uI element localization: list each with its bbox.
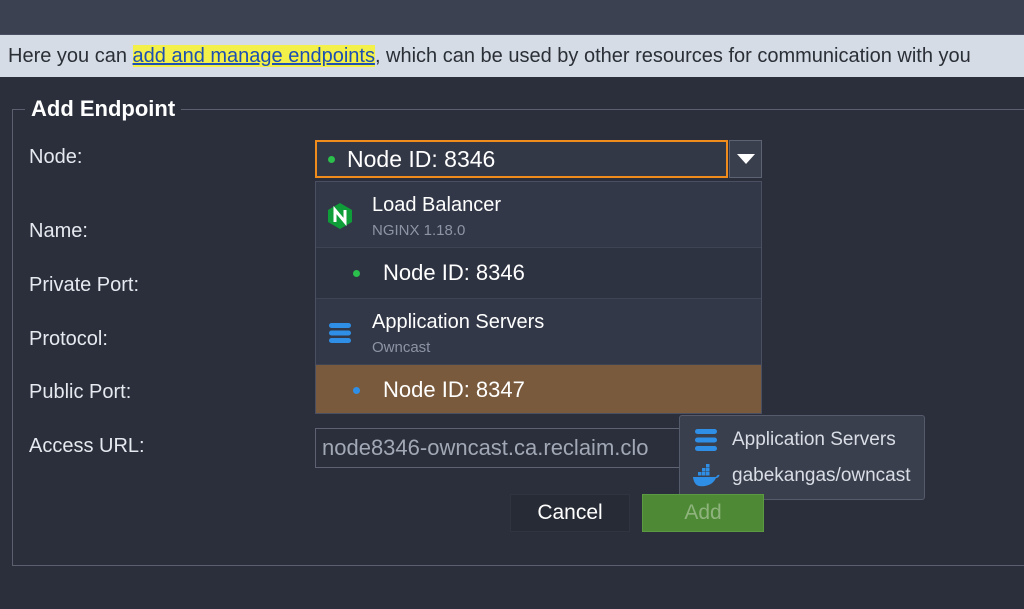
info-text-suffix: , which can be used by other resources f… bbox=[374, 45, 971, 67]
dropdown-option-node-8346[interactable]: Node ID: 8346 bbox=[316, 248, 761, 299]
info-text-prefix: Here you can bbox=[8, 45, 133, 67]
group-title: Application Servers bbox=[372, 311, 545, 333]
info-banner: Here you can add and manage endpoints, w… bbox=[0, 35, 1024, 77]
tooltip-image-text: gabekangas/owncast bbox=[732, 465, 911, 486]
manage-endpoints-link[interactable]: add and manage endpoints bbox=[132, 45, 375, 67]
option-label: Node ID: 8347 bbox=[383, 377, 525, 402]
fieldset-legend: Add Endpoint bbox=[31, 96, 176, 121]
node-select-value: Node ID: 8346 bbox=[347, 145, 496, 172]
docker-icon bbox=[693, 464, 720, 487]
node-status-dot bbox=[353, 386, 360, 394]
server-stack-icon bbox=[695, 429, 717, 451]
nginx-icon bbox=[328, 203, 352, 229]
protocol-label: Protocol: bbox=[29, 328, 108, 350]
public-port-label: Public Port: bbox=[29, 381, 132, 403]
group-title: Load Balancer bbox=[372, 194, 501, 216]
group-subtitle: Owncast bbox=[372, 339, 431, 356]
top-toolbar bbox=[0, 0, 1024, 35]
name-label: Name: bbox=[29, 220, 88, 242]
node-status-dot bbox=[353, 269, 360, 277]
private-port-label: Private Port: bbox=[29, 274, 140, 296]
option-label: Node ID: 8346 bbox=[383, 260, 525, 285]
group-header-application-servers: Application Servers Owncast bbox=[316, 299, 761, 365]
node-status-dot bbox=[328, 155, 335, 163]
node-label: Node: bbox=[29, 146, 83, 168]
dropdown-option-node-8347[interactable]: Node ID: 8347 bbox=[316, 365, 761, 413]
group-subtitle: NGINX 1.18.0 bbox=[372, 222, 466, 239]
server-stack-icon bbox=[329, 323, 351, 343]
access-url-field[interactable]: node8346-owncast.ca.reclaim.clo bbox=[315, 428, 685, 468]
tooltip-row-layer: Application Servers bbox=[680, 424, 896, 456]
node-select[interactable]: Node ID: 8346 bbox=[315, 140, 728, 178]
tooltip-row-image: gabekangas/owncast bbox=[680, 460, 911, 492]
node-info-tooltip: Application Servers gabekangas/owncast bbox=[679, 415, 925, 500]
tooltip-layer-text: Application Servers bbox=[732, 429, 896, 450]
group-header-load-balancer: Load Balancer NGINX 1.18.0 bbox=[316, 182, 761, 248]
chevron-down-icon bbox=[736, 154, 755, 164]
node-select-toggle[interactable] bbox=[729, 140, 762, 178]
access-url-label: Access URL: bbox=[29, 435, 145, 457]
add-button[interactable]: Add bbox=[642, 494, 764, 532]
node-dropdown-list: Load Balancer NGINX 1.18.0 Node ID: 8346… bbox=[315, 181, 762, 414]
cancel-button[interactable]: Cancel bbox=[510, 494, 630, 532]
